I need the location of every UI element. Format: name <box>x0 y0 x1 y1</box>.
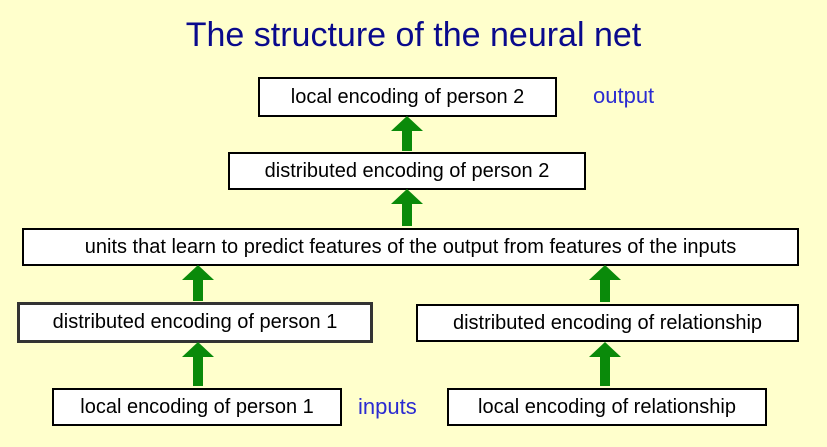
arrow-up-icon <box>182 265 214 280</box>
arrow-shaft <box>402 203 412 226</box>
arrow-up-icon <box>589 265 621 280</box>
connection-arrows <box>182 116 621 386</box>
arrow-up-icon <box>391 116 423 131</box>
arrow-shaft <box>600 356 610 386</box>
arrow-up-icon <box>589 342 621 357</box>
arrow-up-icon <box>182 342 214 357</box>
arrow-shaft <box>193 356 203 386</box>
arrow-up-icon <box>391 189 423 204</box>
arrow-shaft <box>193 279 203 301</box>
arrow-shaft <box>402 130 412 151</box>
arrow-shaft <box>600 279 610 302</box>
